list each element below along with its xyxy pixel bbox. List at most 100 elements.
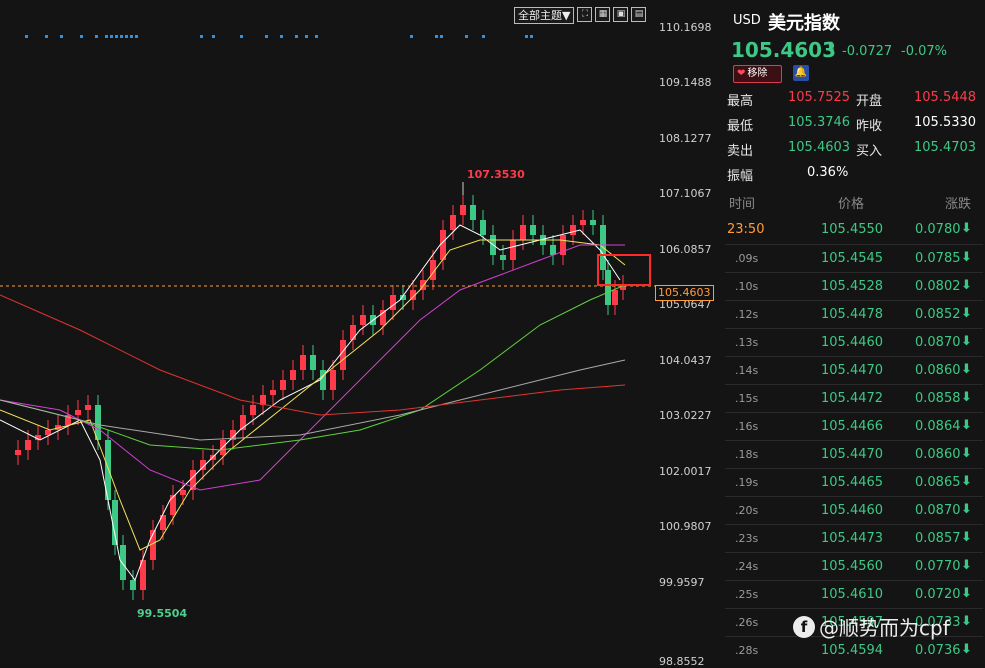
candle-body xyxy=(180,490,186,495)
tick-price: 105.4560 xyxy=(821,559,884,574)
tick-row: .23s 105.4473 0.0857 ⬇ xyxy=(725,524,983,553)
theme-dropdown[interactable]: 全部主题▼ xyxy=(514,7,575,24)
candle-body xyxy=(460,205,466,215)
price-change-percent: -0.07% xyxy=(901,44,947,59)
candle-body xyxy=(580,220,586,225)
ma5-line xyxy=(0,224,621,582)
down-arrow-icon: ⬇ xyxy=(961,614,972,629)
candle-body xyxy=(570,225,576,235)
stat-amp-label: 振幅 xyxy=(727,169,754,184)
candle-body xyxy=(360,315,366,325)
tick-change: 0.0857 xyxy=(915,531,961,546)
tick-price: 105.4528 xyxy=(821,279,884,294)
stat-low-label: 最低 xyxy=(727,119,754,134)
kline-chart-svg[interactable] xyxy=(0,0,655,667)
tick-change: 0.0736 xyxy=(915,643,961,658)
ticks-header-change: 涨跌 xyxy=(945,197,972,212)
y-tick-label: 103.0227 xyxy=(659,409,712,422)
tick-price: 105.4610 xyxy=(821,587,884,602)
candle-body xyxy=(130,580,136,590)
event-marker xyxy=(95,35,98,38)
candle-body xyxy=(340,340,346,370)
tick-price: 105.4478 xyxy=(821,307,884,322)
tick-price: 105.4465 xyxy=(821,475,884,490)
tick-change: 0.0720 xyxy=(915,587,961,602)
tick-price: 105.4472 xyxy=(821,391,884,406)
tick-time: .18s xyxy=(735,448,759,461)
tick-row: .16s 105.4466 0.0864 ⬇ xyxy=(725,412,983,441)
event-marker xyxy=(530,35,533,38)
tick-time: .19s xyxy=(735,476,759,489)
event-marker xyxy=(525,35,528,38)
tick-time: .14s xyxy=(735,364,759,377)
tick-time: .25s xyxy=(735,588,759,601)
stat-open-label: 开盘 xyxy=(856,94,883,109)
tick-time: .10s xyxy=(735,280,759,293)
price-change: -0.0727 xyxy=(842,44,893,59)
down-arrow-icon: ⬇ xyxy=(961,558,972,573)
candle-body xyxy=(330,370,336,390)
remove-watchlist-button[interactable]: ❤ 移除 xyxy=(733,65,782,83)
alert-bell-button[interactable]: 🔔 xyxy=(793,65,809,81)
event-marker xyxy=(482,35,485,38)
candle-body xyxy=(520,225,526,240)
symbol-code: USD xyxy=(733,13,761,28)
tick-row: .12s 105.4478 0.0852 ⬇ xyxy=(725,300,983,329)
low-price-label: 99.5504 xyxy=(137,607,188,620)
current-price: 105.4603 xyxy=(731,38,837,62)
kline-chart[interactable]: 全部主题▼ ⛶ ▦ ▣ ▤ 107.3530 99.5504 xyxy=(0,0,655,667)
settings-icon[interactable]: ▤ xyxy=(631,7,647,22)
tick-change: 0.0870 xyxy=(915,335,961,350)
tick-change: 0.0852 xyxy=(915,307,961,322)
tick-price: 105.4550 xyxy=(821,222,884,237)
grid-icon[interactable]: ▦ xyxy=(595,7,611,22)
y-tick-label: 102.0017 xyxy=(659,465,712,478)
tick-price: 105.4545 xyxy=(821,251,884,266)
candle-body xyxy=(120,545,126,580)
tick-row: .18s 105.4470 0.0860 ⬇ xyxy=(725,440,983,469)
down-arrow-icon: ⬇ xyxy=(961,446,972,461)
candle-body xyxy=(612,290,618,305)
chart-toolbar: 全部主题▼ ⛶ ▦ ▣ ▤ xyxy=(514,7,647,24)
down-arrow-icon: ⬇ xyxy=(961,250,972,265)
stat-amp-value: 0.36% xyxy=(807,165,849,180)
down-arrow-icon: ⬇ xyxy=(961,586,972,601)
candle-body xyxy=(280,380,286,390)
tick-row: .24s 105.4560 0.0770 ⬇ xyxy=(725,552,983,581)
tick-change: 0.0802 xyxy=(915,279,961,294)
y-tick-label: 98.8552 xyxy=(659,655,705,668)
candle-body xyxy=(450,215,456,230)
stat-high-value: 105.7525 xyxy=(788,90,851,105)
candle-body xyxy=(605,270,611,305)
stat-open-value: 105.5448 xyxy=(914,90,977,105)
tick-change: 0.0858 xyxy=(915,391,961,406)
quote-panel: USD 美元指数 105.4603 ⬇ -0.0727 -0.07% ❤ 移除 … xyxy=(725,0,985,667)
tick-price: 105.4460 xyxy=(821,335,884,350)
symbol-name: 美元指数 xyxy=(768,13,840,34)
event-marker xyxy=(440,35,443,38)
ticks-header-price: 价格 xyxy=(838,197,865,212)
layout-icon[interactable]: ▣ xyxy=(613,7,629,22)
tick-row: .14s 105.4470 0.0860 ⬇ xyxy=(725,356,983,385)
event-marker xyxy=(110,35,113,38)
event-marker xyxy=(105,35,108,38)
down-arrow-icon: ⬇ xyxy=(825,40,837,56)
event-marker xyxy=(120,35,123,38)
y-tick-label: 107.1067 xyxy=(659,187,712,200)
down-arrow-icon: ⬇ xyxy=(961,502,972,517)
event-marker xyxy=(200,35,203,38)
watermark-text: @顺势而为cpf xyxy=(819,616,950,640)
down-arrow-icon: ⬇ xyxy=(961,390,972,405)
candle-body xyxy=(470,205,476,220)
y-tick-label: 104.0437 xyxy=(659,354,712,367)
tick-change: 0.0780 xyxy=(915,222,961,237)
down-arrow-icon: ⬇ xyxy=(961,642,972,657)
tick-row: .20s 105.4460 0.0870 ⬇ xyxy=(725,496,983,525)
tick-row: .10s 105.4528 0.0802 ⬇ xyxy=(725,272,983,301)
event-marker xyxy=(115,35,118,38)
last-price-tag: 105.4603 xyxy=(655,285,714,301)
tick-time: .09s xyxy=(735,252,759,265)
fullscreen-icon[interactable]: ⛶ xyxy=(577,7,593,22)
y-tick-label: 110.1698 xyxy=(659,21,712,34)
tick-price: 105.4460 xyxy=(821,503,884,518)
